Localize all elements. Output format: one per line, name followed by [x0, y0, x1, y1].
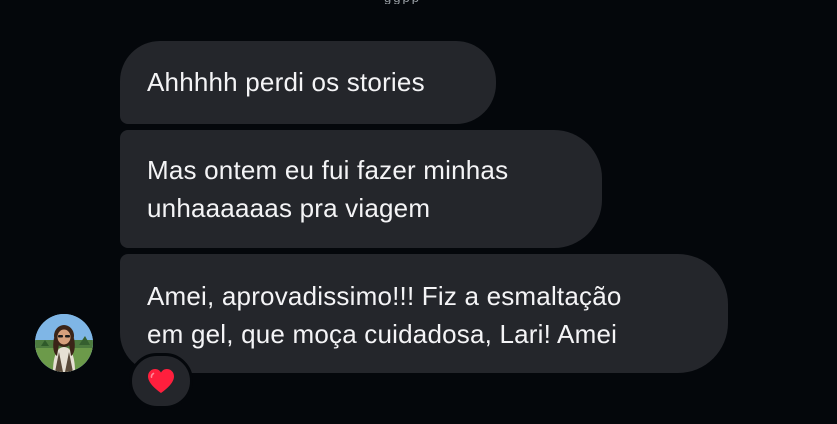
message-text: em gel, que moça cuidadosa, Lari! Amei	[147, 319, 618, 349]
message-text: Amei, aprovadissimo!!! Fiz a esmaltação	[147, 281, 622, 311]
avatar[interactable]	[35, 314, 93, 372]
reaction-badge[interactable]	[129, 353, 193, 409]
message-bubble-2[interactable]: Mas ontem eu fui fazer minhas unhaaaaaas…	[120, 130, 602, 248]
message-text: unhaaaaaas pra viagem	[147, 193, 431, 223]
message-text: Ahhhhh perdi os stories	[147, 67, 425, 97]
timestamp-cutoff: ggpp	[384, 0, 424, 4]
user-avatar	[35, 314, 93, 372]
heart-icon	[148, 369, 174, 393]
message-text: Mas ontem eu fui fazer minhas	[147, 155, 509, 185]
chat-thread: ggpp Ahhhhh perdi os stories Mas ontem e…	[0, 0, 837, 424]
message-bubble-3[interactable]: Amei, aprovadissimo!!! Fiz a esmaltação …	[120, 254, 728, 373]
message-bubble-1[interactable]: Ahhhhh perdi os stories	[120, 41, 496, 124]
